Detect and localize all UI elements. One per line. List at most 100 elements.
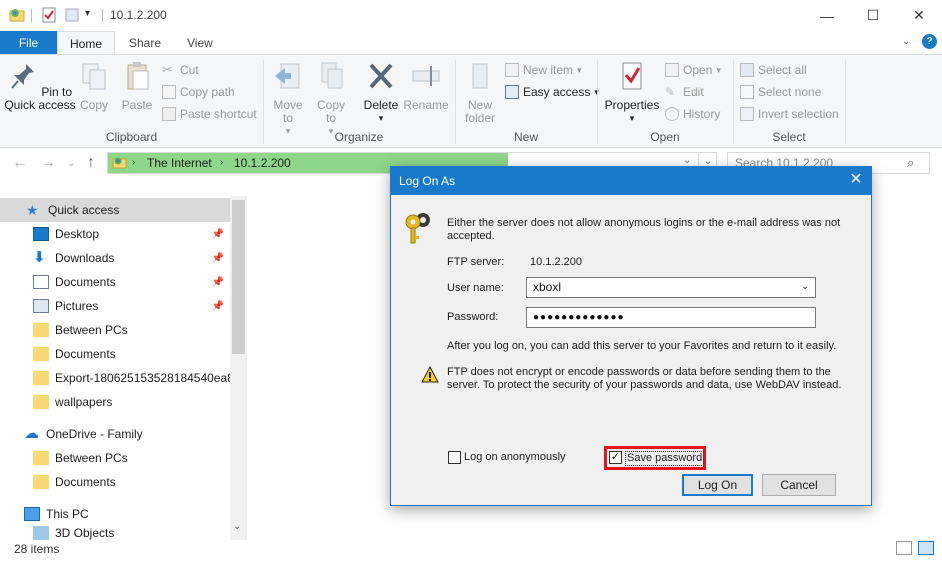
rename-icon	[412, 66, 440, 86]
cut-button[interactable]: ✂ Cut	[162, 60, 199, 80]
pinned-icon[interactable]: 📌	[212, 229, 224, 240]
nav-downloads[interactable]: ⬇ Downloads 📌	[0, 246, 230, 270]
nav-onedrive-family[interactable]: ☁ OneDrive - Family	[0, 422, 230, 446]
nav-desktop[interactable]: Desktop 📌	[0, 222, 230, 246]
nav-label: Desktop	[55, 227, 100, 241]
edit-label: Edit	[683, 85, 704, 99]
help-icon[interactable]: ?	[922, 34, 937, 49]
organize-group-label: Organize	[334, 130, 384, 144]
password-field[interactable]: ●●●●●●●●●●●●●	[526, 307, 816, 328]
log-on-anonymously-label[interactable]: Log on anonymously	[464, 451, 566, 464]
nav-onedrive-documents[interactable]: Documents	[0, 470, 230, 494]
pictures-icon	[33, 299, 49, 313]
pinned-icon[interactable]: 📌	[212, 253, 224, 264]
close-window-button[interactable]: ✕	[896, 0, 942, 31]
select-all-icon	[740, 63, 754, 77]
nav-scrollbar-thumb[interactable]	[232, 200, 245, 354]
minimize-button[interactable]: —	[804, 0, 850, 31]
copy-path-icon	[162, 85, 176, 99]
select-group-label: Select	[772, 130, 806, 144]
details-view-icon[interactable]	[896, 541, 912, 555]
copy-path-button[interactable]: Copy path	[162, 82, 235, 102]
delete-label: Delete	[363, 98, 399, 112]
search-icon[interactable]: ⌕	[907, 155, 914, 171]
pin-quick-access-button[interactable]: Pin to Quick access	[4, 60, 76, 112]
delete-button[interactable]: Delete ▾	[360, 60, 402, 125]
quick-access-dropdown-icon[interactable]: ▾	[85, 8, 90, 19]
breadcrumb-chevron-icon[interactable]: ›	[220, 157, 223, 168]
copy-to-button[interactable]: Copy to ▾	[312, 60, 350, 138]
breadcrumb-the-internet[interactable]: The Internet	[147, 156, 212, 170]
new-item-icon	[505, 63, 519, 77]
copy-button[interactable]: Copy	[76, 60, 112, 112]
edit-button[interactable]: ✎ Edit	[665, 82, 704, 102]
new-folder-button[interactable]: New folder	[460, 60, 500, 125]
paste-shortcut-button[interactable]: Paste shortcut	[162, 104, 257, 124]
rename-button[interactable]: Rename	[403, 60, 449, 112]
back-arrow-icon[interactable]: ←	[12, 154, 28, 172]
user-name-combo[interactable]: xboxl	[526, 277, 816, 298]
address-dropdown-icon[interactable]: ⌄	[683, 155, 691, 166]
maximize-button[interactable]: ☐	[850, 0, 896, 31]
scissors-icon: ✂	[162, 62, 173, 77]
new-folder-quick-icon[interactable]	[63, 6, 81, 24]
nav-this-pc[interactable]: This PC	[0, 502, 230, 526]
ribbon-expand-icon[interactable]: ⌄	[902, 36, 910, 47]
nav-documents-folder[interactable]: Documents	[0, 342, 230, 366]
nav-documents[interactable]: Documents 📌	[0, 270, 230, 294]
tab-file[interactable]: File	[0, 31, 57, 55]
open-icon	[665, 63, 679, 77]
breadcrumb-server[interactable]: 10.1.2.200	[234, 156, 291, 170]
copy-label: Copy	[79, 98, 108, 112]
nav-label: Downloads	[55, 251, 115, 265]
nav-export-folder[interactable]: Export-180625153528184540ea885	[0, 366, 230, 390]
log-on-anonymously-checkbox[interactable]	[448, 451, 461, 464]
user-name-dropdown-icon[interactable]: ⌄	[801, 281, 809, 292]
easy-access-button[interactable]: Easy access ▾	[505, 82, 599, 102]
dialog-close-icon[interactable]: ✕	[846, 170, 866, 190]
edit-pencil-icon: ✎	[665, 85, 676, 99]
move-to-icon	[275, 63, 300, 89]
open-label: Open	[683, 63, 713, 77]
open-button[interactable]: Open ▾	[665, 60, 721, 80]
pinned-icon[interactable]: 📌	[212, 301, 224, 312]
properties-quick-icon[interactable]	[40, 6, 58, 24]
folder-icon	[33, 395, 49, 409]
folder-icon	[33, 371, 49, 385]
breadcrumb-chevron-icon[interactable]: ›	[132, 157, 135, 168]
new-item-button[interactable]: New item ▾	[505, 60, 582, 80]
large-icons-view-icon[interactable]	[918, 541, 934, 555]
log-on-button[interactable]: Log On	[682, 474, 753, 496]
documents-icon	[33, 275, 49, 289]
nav-between-pcs[interactable]: Between PCs	[0, 318, 230, 342]
recent-locations-chevron-icon[interactable]: ⌄	[67, 158, 75, 169]
pin-icon	[11, 64, 34, 89]
nav-onedrive-between-pcs[interactable]: Between PCs	[0, 446, 230, 470]
move-to-button[interactable]: Move to ▾	[268, 60, 308, 138]
forward-arrow-icon[interactable]: →	[40, 154, 56, 172]
paste-shortcut-icon	[162, 107, 176, 121]
tab-share[interactable]: Share	[116, 31, 174, 55]
save-password-checkbox[interactable]: ✓	[609, 451, 622, 464]
history-button[interactable]: History	[665, 104, 720, 124]
nav-label: 3D Objects	[55, 526, 115, 540]
select-all-button[interactable]: Select all	[740, 60, 807, 80]
scroll-down-arrow-icon[interactable]: ⌄	[233, 521, 241, 532]
internet-location-icon	[112, 157, 127, 169]
cancel-button[interactable]: Cancel	[762, 474, 836, 496]
properties-button[interactable]: Properties ▾	[602, 60, 662, 125]
password-label: Password:	[447, 311, 499, 323]
invert-selection-button[interactable]: Invert selection	[740, 104, 839, 124]
pinned-icon[interactable]: 📌	[212, 277, 224, 288]
nav-pictures[interactable]: Pictures 📌	[0, 294, 230, 318]
paste-button[interactable]: Paste	[117, 60, 157, 112]
nav-wallpapers[interactable]: wallpapers	[0, 390, 230, 414]
save-password-label[interactable]: Save password	[625, 451, 705, 466]
up-arrow-icon[interactable]: ↑	[87, 154, 95, 172]
select-none-button[interactable]: Select none	[740, 82, 821, 102]
nav-3d-objects[interactable]: 3D Objects	[0, 526, 230, 540]
tab-view[interactable]: View	[174, 31, 226, 55]
nav-quick-access[interactable]: ★ Quick access	[0, 198, 230, 222]
tab-home[interactable]: Home	[57, 31, 115, 55]
nav-label: Documents	[55, 475, 116, 489]
